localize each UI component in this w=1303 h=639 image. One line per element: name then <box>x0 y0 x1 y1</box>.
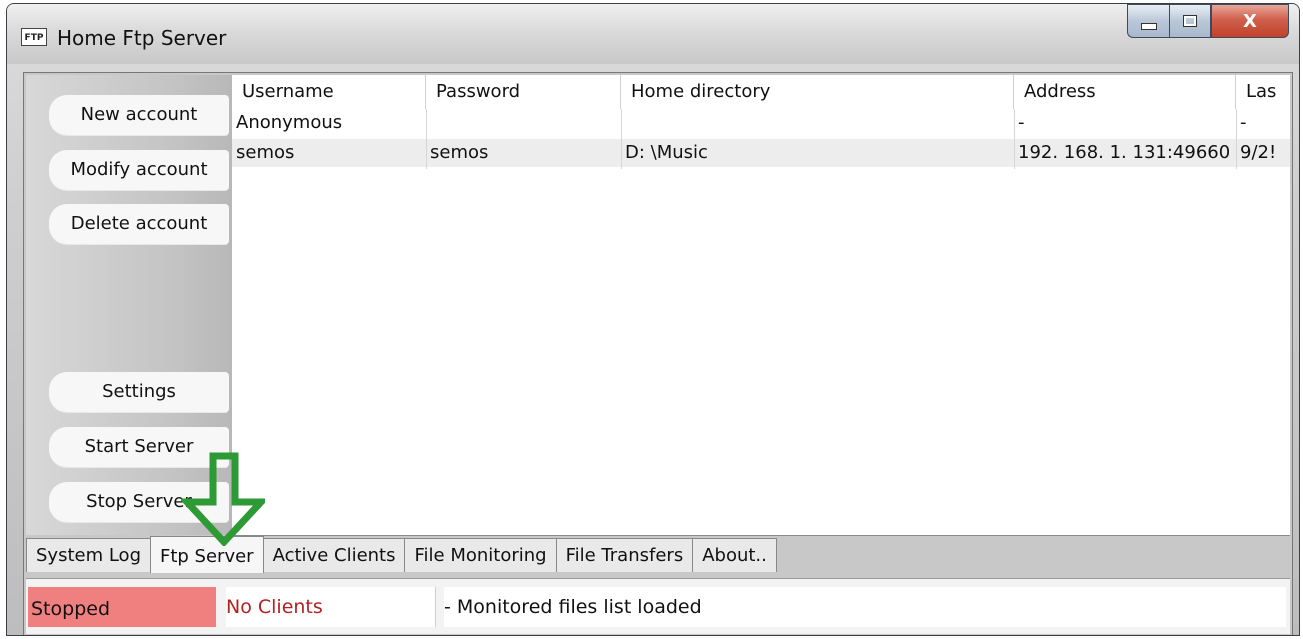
window-controls: X <box>1127 4 1289 39</box>
ftp-app-icon: FTP <box>21 28 47 46</box>
column-header-home-directory[interactable]: Home directory <box>621 75 1014 109</box>
tab-active-clients[interactable]: Active Clients <box>262 538 406 572</box>
cell-last: 9/2! <box>1240 142 1277 163</box>
settings-button[interactable]: Settings <box>49 372 229 412</box>
cell-username: semos <box>236 142 295 163</box>
clients-status: No Clients <box>226 587 436 627</box>
client-area: New account Modify account Delete accoun… <box>23 72 1293 635</box>
title-bar[interactable]: FTP Home Ftp Server X <box>7 4 1299 64</box>
maximize-button[interactable] <box>1169 4 1211 38</box>
server-status: Stopped <box>28 587 216 627</box>
cell-home-directory: D: \Music <box>625 142 708 163</box>
cell-password <box>426 109 621 137</box>
column-header-password[interactable]: Password <box>426 75 621 109</box>
tab-about[interactable]: About.. <box>692 538 777 572</box>
column-header-last[interactable]: Las <box>1236 75 1290 109</box>
status-message: - Monitored files list loaded <box>444 587 1286 627</box>
tab-bar: System Log Ftp Server Active Clients Fil… <box>26 536 777 574</box>
tab-file-transfers[interactable]: File Transfers <box>555 538 694 572</box>
delete-account-button[interactable]: Delete account <box>49 204 229 244</box>
minimize-button[interactable] <box>1127 4 1169 38</box>
accounts-table: Username Password Home directory Address… <box>232 75 1290 536</box>
column-header-address[interactable]: Address <box>1014 75 1236 109</box>
close-icon: X <box>1243 10 1257 32</box>
cell-username: Anonymous <box>236 112 343 133</box>
tab-system-log[interactable]: System Log <box>26 538 151 572</box>
status-bar: Stopped No Clients - Monitored files lis… <box>26 578 1290 634</box>
tab-file-monitoring[interactable]: File Monitoring <box>404 538 557 572</box>
window-title: Home Ftp Server <box>57 26 227 50</box>
cell-password: semos <box>430 142 489 163</box>
close-button[interactable]: X <box>1211 4 1289 38</box>
maximize-icon <box>1183 15 1197 27</box>
minimize-icon <box>1140 22 1157 30</box>
cell-home-directory <box>621 109 1014 137</box>
modify-account-button[interactable]: Modify account <box>49 150 229 190</box>
cell-address: - <box>1018 112 1025 133</box>
down-arrow-icon <box>181 452 265 546</box>
cell-address: 192. 168. 1. 131:49660 <box>1018 142 1231 163</box>
column-header-username[interactable]: Username <box>232 75 426 109</box>
cell-last: - <box>1240 112 1247 133</box>
new-account-button[interactable]: New account <box>49 95 229 135</box>
